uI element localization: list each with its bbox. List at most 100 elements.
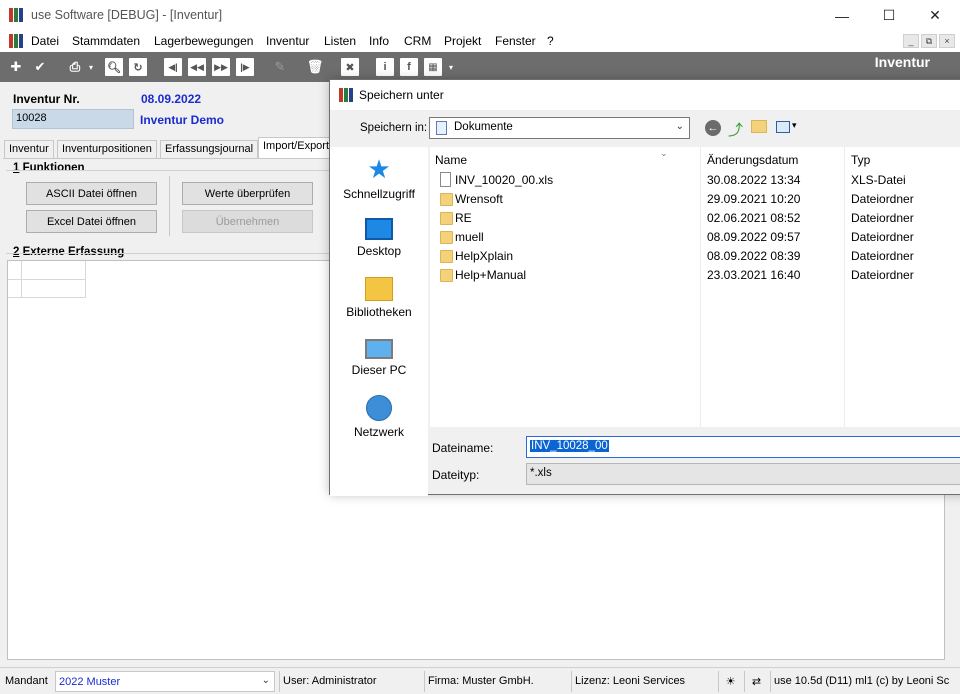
file-row[interactable]: INV_10020_00.xls 30.08.2022 13:34 XLS-Da… bbox=[430, 171, 960, 190]
app-icon bbox=[339, 88, 353, 102]
toolbar: ✚ ✔ ⎙ ▾ 🔍︎ ↻ ◀| ◀◀ ▶▶ |▶ ✎ 🗑︎ ✖ i f ▦ ▾ … bbox=[0, 52, 960, 82]
folder-icon bbox=[440, 250, 453, 263]
status-bar: Mandant 2022 Muster ⌄ User: Administrato… bbox=[0, 667, 960, 694]
mdi-restore-icon[interactable]: ⧉ bbox=[921, 34, 937, 48]
apply-button[interactable]: Übernehmen bbox=[182, 210, 313, 233]
grid-dropdown-icon[interactable]: ▾ bbox=[446, 58, 456, 76]
inventur-nr-label: Inventur Nr. bbox=[13, 92, 80, 106]
place-label: Desktop bbox=[356, 244, 402, 258]
folder-icon bbox=[440, 193, 453, 206]
place-label: Bibliotheken bbox=[346, 305, 412, 319]
mdi-close-icon[interactable]: × bbox=[939, 34, 955, 48]
sync-icon[interactable]: ⇄ bbox=[744, 671, 768, 692]
save-in-select[interactable]: Dokumente ⌄ bbox=[429, 117, 690, 139]
place-desktop[interactable]: Desktop bbox=[330, 215, 428, 258]
search-icon[interactable]: 🔍︎ bbox=[105, 58, 123, 76]
chevron-down-icon[interactable]: ⌄ bbox=[676, 121, 684, 132]
place-label: Dieser PC bbox=[351, 363, 407, 377]
new-folder-icon[interactable] bbox=[751, 120, 767, 133]
file-row[interactable]: RE 02.06.2021 08:52 Dateiordner bbox=[430, 209, 960, 228]
last-record-icon[interactable]: |▶ bbox=[236, 58, 254, 76]
menu-help[interactable]: ? bbox=[547, 34, 554, 48]
file-date: 08.09.2022 09:57 bbox=[707, 230, 801, 244]
file-row[interactable]: Help+Manual 23.03.2021 16:40 Dateiordner bbox=[430, 266, 960, 285]
file-type: Dateiordner bbox=[851, 268, 914, 282]
inventur-nr-field[interactable]: 10028 bbox=[12, 109, 134, 129]
check-icon[interactable]: ✔ bbox=[31, 58, 49, 76]
tab-import-export[interactable]: Import/Export bbox=[258, 137, 335, 158]
edit-icon[interactable]: ✎ bbox=[271, 58, 289, 76]
excel-open-button[interactable]: Excel Datei öffnen bbox=[26, 210, 157, 233]
first-record-icon[interactable]: ◀| bbox=[164, 58, 182, 76]
file-row[interactable]: muell 08.09.2022 09:57 Dateiordner bbox=[430, 228, 960, 247]
folder-icon bbox=[440, 212, 453, 225]
file-row[interactable]: Wrensoft 29.09.2021 10:20 Dateiordner bbox=[430, 190, 960, 209]
ascii-open-button[interactable]: ASCII Datei öffnen bbox=[26, 182, 157, 205]
places-bar: ★ Schnellzugriff Desktop Bibliotheken Di… bbox=[330, 147, 428, 496]
sun-icon[interactable]: ☀ bbox=[718, 671, 742, 692]
menu-projekt[interactable]: Projekt bbox=[444, 34, 481, 48]
grid-icon[interactable]: ▦ bbox=[424, 58, 442, 76]
folder-icon bbox=[440, 269, 453, 282]
facebook-icon[interactable]: f bbox=[400, 58, 418, 76]
column-header-date[interactable]: Änderungsdatum bbox=[707, 153, 798, 167]
status-firma: Firma: Muster GmbH. bbox=[424, 671, 569, 692]
grid-line bbox=[8, 279, 86, 280]
back-icon[interactable]: ← bbox=[705, 120, 721, 136]
view-menu-icon[interactable] bbox=[776, 121, 790, 133]
tab-inventurpositionen[interactable]: Inventurpositionen bbox=[57, 140, 157, 158]
folder-up-icon[interactable]: ⤴ bbox=[728, 119, 743, 140]
filetype-select[interactable]: *.xls bbox=[526, 463, 960, 485]
maximize-icon[interactable]: ☐ bbox=[866, 0, 912, 31]
file-name: muell bbox=[455, 230, 484, 244]
status-version: use 10.5d (D11) ml1 (c) by Leoni Sc bbox=[770, 671, 958, 692]
file-date: 29.09.2021 10:20 bbox=[707, 192, 801, 206]
tab-inventur[interactable]: Inventur bbox=[4, 140, 54, 158]
documents-icon bbox=[436, 121, 447, 135]
file-type: XLS-Datei bbox=[851, 173, 906, 187]
menu-stammdaten[interactable]: Stammdaten bbox=[72, 34, 140, 48]
menu-lagerbewegungen[interactable]: Lagerbewegungen bbox=[154, 34, 253, 48]
chevron-down-icon[interactable]: ⌄ bbox=[262, 675, 270, 686]
view-dropdown-icon[interactable]: ▾ bbox=[792, 120, 797, 131]
tab-erfassungsjournal[interactable]: Erfassungsjournal bbox=[160, 140, 259, 158]
menu-datei[interactable]: Datei bbox=[31, 34, 59, 48]
file-name: RE bbox=[455, 211, 472, 225]
star-icon: ★ bbox=[367, 154, 391, 184]
place-quick-access[interactable]: ★ Schnellzugriff bbox=[330, 155, 428, 201]
file-date: 23.03.2021 16:40 bbox=[707, 268, 801, 282]
place-network[interactable]: Netzwerk bbox=[330, 395, 428, 439]
app-icon bbox=[9, 8, 23, 22]
file-date: 02.06.2021 08:52 bbox=[707, 211, 801, 225]
filename-input[interactable]: INV_10028_00 bbox=[526, 436, 960, 458]
refresh-icon[interactable]: ↻ bbox=[129, 58, 147, 76]
close-record-icon[interactable]: ✖ bbox=[341, 58, 359, 76]
delete-icon[interactable]: 🗑︎ bbox=[306, 58, 324, 76]
info-icon[interactable]: i bbox=[376, 58, 394, 76]
column-header-type[interactable]: Typ bbox=[851, 153, 870, 167]
previous-record-icon[interactable]: ◀◀ bbox=[188, 58, 206, 76]
mandant-select[interactable]: 2022 Muster ⌄ bbox=[55, 671, 275, 692]
column-header-name[interactable]: Name bbox=[435, 153, 467, 167]
print-icon[interactable]: ⎙ bbox=[66, 58, 84, 76]
print-dropdown-icon[interactable]: ▾ bbox=[86, 58, 96, 76]
file-row[interactable]: HelpXplain 08.09.2022 08:39 Dateiordner bbox=[430, 247, 960, 266]
minimize-icon[interactable]: — bbox=[819, 0, 865, 31]
menu-listen[interactable]: Listen bbox=[324, 34, 356, 48]
menu-crm[interactable]: CRM bbox=[404, 34, 431, 48]
save-in-label: Speichern in: bbox=[360, 122, 428, 134]
menu-fenster[interactable]: Fenster bbox=[495, 34, 536, 48]
app-menu-icon[interactable] bbox=[9, 34, 23, 48]
next-record-icon[interactable]: ▶▶ bbox=[212, 58, 230, 76]
close-icon[interactable]: ✕ bbox=[912, 0, 958, 31]
check-values-button[interactable]: Werte überprüfen bbox=[182, 182, 313, 205]
add-icon[interactable]: ✚ bbox=[7, 58, 25, 76]
menu-inventur[interactable]: Inventur bbox=[266, 34, 309, 48]
grid-line bbox=[8, 297, 86, 298]
network-globe-icon bbox=[366, 395, 392, 421]
place-libraries[interactable]: Bibliotheken bbox=[330, 275, 428, 319]
mdi-minimize-icon[interactable]: _ bbox=[903, 34, 919, 48]
file-name: Help+Manual bbox=[455, 268, 527, 282]
menu-info[interactable]: Info bbox=[369, 34, 389, 48]
place-this-pc[interactable]: Dieser PC bbox=[330, 335, 428, 377]
